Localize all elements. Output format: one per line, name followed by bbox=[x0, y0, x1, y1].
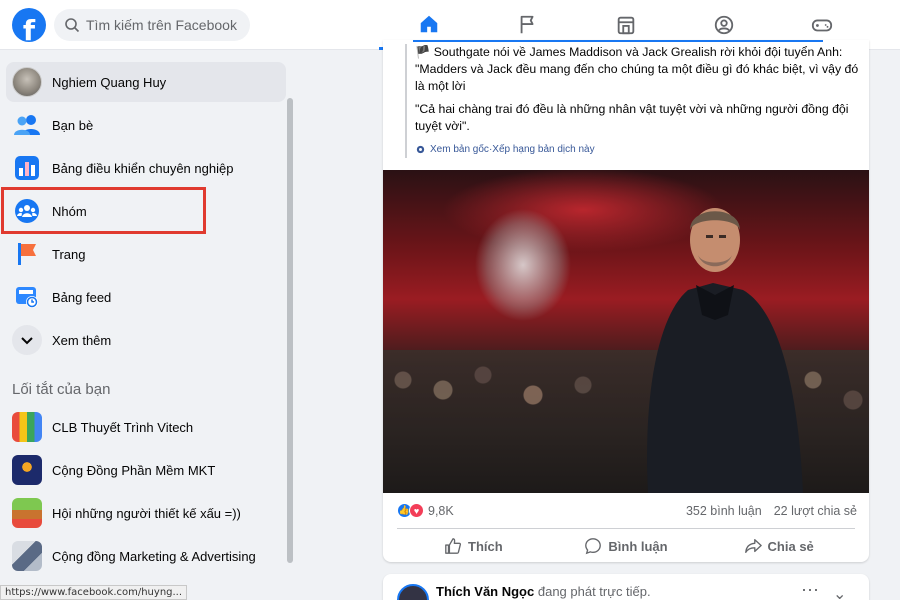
more-options-icon[interactable]: ⋯ bbox=[801, 580, 819, 600]
groups-highlight-box bbox=[1, 187, 206, 234]
quote-paragraph: 🏴 Southgate nói về James Maddison và Jac… bbox=[415, 45, 859, 93]
share-button[interactable]: Chia sẻ bbox=[702, 532, 855, 560]
next-feed-post: Thích Văn Ngọc đang phát trực tiếp. ⋯ ⌄ bbox=[383, 574, 869, 600]
chevron-down-icon bbox=[12, 325, 42, 355]
search-icon bbox=[65, 18, 80, 33]
gear-icon bbox=[416, 145, 425, 154]
share-count[interactable]: 22 lượt chia sẻ bbox=[774, 504, 857, 518]
reaction-icons: 👍 ♥ bbox=[397, 503, 424, 518]
sidebar-scrollbar[interactable] bbox=[287, 98, 293, 563]
sidebar-item-label: Bảng feed bbox=[52, 289, 112, 305]
sidebar-item-label: Bảng điều khiển chuyên nghiệp bbox=[52, 160, 234, 176]
left-sidebar: Nghiem Quang Huy Bạn bè Bảng điều khiển … bbox=[0, 50, 295, 600]
friends-icon bbox=[12, 110, 42, 140]
shortcut-label: Cộng đồng Marketing & Advertising bbox=[52, 548, 256, 564]
shortcut-label: Hội những người thiết kế xấu =)) bbox=[52, 505, 241, 521]
comment-count[interactable]: 352 bình luận bbox=[686, 504, 762, 518]
rate-translation-link[interactable]: Xếp hạng bản dịch này bbox=[492, 141, 594, 158]
sidebar-item-friends[interactable]: Bạn bè bbox=[6, 105, 286, 145]
shortcut-item[interactable]: Hội những người thiết kế xấu =)) bbox=[6, 493, 286, 533]
like-label: Thích bbox=[468, 538, 503, 554]
pages-flag-icon bbox=[520, 15, 534, 34]
shortcut-label: Cộng Đồng Phần Mềm MKT bbox=[52, 462, 216, 478]
comment-icon bbox=[585, 538, 602, 555]
shortcut-item[interactable]: Cộng đồng Marketing & Advertising bbox=[6, 536, 286, 576]
divider bbox=[397, 528, 855, 529]
group-thumbnail bbox=[12, 541, 42, 571]
marketplace-icon bbox=[617, 16, 635, 35]
flag-icon bbox=[12, 239, 42, 269]
gaming-icon bbox=[811, 19, 833, 32]
search-placeholder: Tìm kiếm trên Facebook bbox=[86, 17, 237, 33]
sidebar-item-label: Xem thêm bbox=[52, 332, 112, 348]
feed-post: 🏴 Southgate nói về James Maddison và Jac… bbox=[383, 40, 869, 562]
author-name[interactable]: Thích Văn Ngọc bbox=[436, 584, 534, 599]
like-button[interactable]: Thích bbox=[397, 532, 550, 560]
sidebar-item-label: Trang bbox=[52, 246, 86, 262]
author-avatar[interactable] bbox=[397, 584, 429, 600]
dashboard-icon bbox=[12, 153, 42, 183]
shortcuts-heading: Lối tắt của bạn bbox=[12, 381, 111, 398]
status-bar-url: https://www.facebook.com/huyng... bbox=[0, 585, 188, 600]
profile-avatar-icon bbox=[12, 67, 42, 97]
sidebar-item-dashboard[interactable]: Bảng điều khiển chuyên nghiệp bbox=[6, 148, 286, 188]
home-icon bbox=[420, 15, 438, 32]
shortcut-item[interactable]: Cộng Đồng Phần Mềm MKT bbox=[6, 450, 286, 490]
top-divider bbox=[413, 40, 823, 42]
see-original-link[interactable]: Xem bản gốc bbox=[430, 141, 489, 158]
feed-icon bbox=[12, 282, 42, 312]
post-photo[interactable] bbox=[383, 170, 869, 493]
shortcut-item[interactable]: CLB Thuyết Trình Vitech bbox=[6, 407, 286, 447]
shortcut-label: CLB Thuyết Trình Vitech bbox=[52, 419, 194, 435]
translation-links: Xem bản gốc · Xếp hạng bản dịch này bbox=[415, 141, 861, 158]
reaction-summary[interactable]: 👍 ♥ 9,8K 352 bình luận 22 lượt chia sẻ bbox=[397, 503, 857, 518]
sidebar-item-see-more[interactable]: Xem thêm bbox=[6, 320, 286, 360]
chevron-down-icon[interactable]: ⌄ bbox=[833, 584, 846, 600]
quote-paragraph: "Cả hai chàng trai đó đều là những nhân … bbox=[415, 102, 849, 133]
comment-button[interactable]: Bình luận bbox=[550, 532, 703, 560]
share-label: Chia sẻ bbox=[767, 538, 814, 554]
post-status: đang phát trực tiếp. bbox=[537, 584, 651, 599]
sidebar-item-feed[interactable]: Bảng feed bbox=[6, 277, 286, 317]
thumbs-up-icon bbox=[445, 538, 462, 554]
group-thumbnail bbox=[12, 455, 42, 485]
share-icon bbox=[744, 539, 762, 553]
translated-quote: 🏴 Southgate nói về James Maddison và Jac… bbox=[405, 44, 861, 158]
group-thumbnail bbox=[12, 412, 42, 442]
sidebar-item-profile[interactable]: Nghiem Quang Huy bbox=[6, 62, 286, 102]
sidebar-item-pages[interactable]: Trang bbox=[6, 234, 286, 274]
sidebar-item-label: Bạn bè bbox=[52, 117, 94, 133]
post-actions: Thích Bình luận Chia sẻ bbox=[397, 532, 855, 560]
coach-figure bbox=[647, 208, 803, 493]
group-thumbnail bbox=[12, 498, 42, 528]
reaction-count[interactable]: 9,8K bbox=[428, 504, 454, 518]
love-reaction-icon: ♥ bbox=[409, 503, 424, 518]
search-input[interactable]: Tìm kiếm trên Facebook bbox=[54, 9, 250, 41]
comment-label: Bình luận bbox=[608, 538, 668, 554]
post-header-text: Thích Văn Ngọc đang phát trực tiếp. bbox=[436, 584, 651, 599]
facebook-logo[interactable]: f bbox=[12, 8, 46, 42]
logo-letter: f bbox=[22, 14, 36, 42]
groups-icon bbox=[714, 15, 734, 35]
sidebar-item-label: Nghiem Quang Huy bbox=[52, 74, 167, 90]
